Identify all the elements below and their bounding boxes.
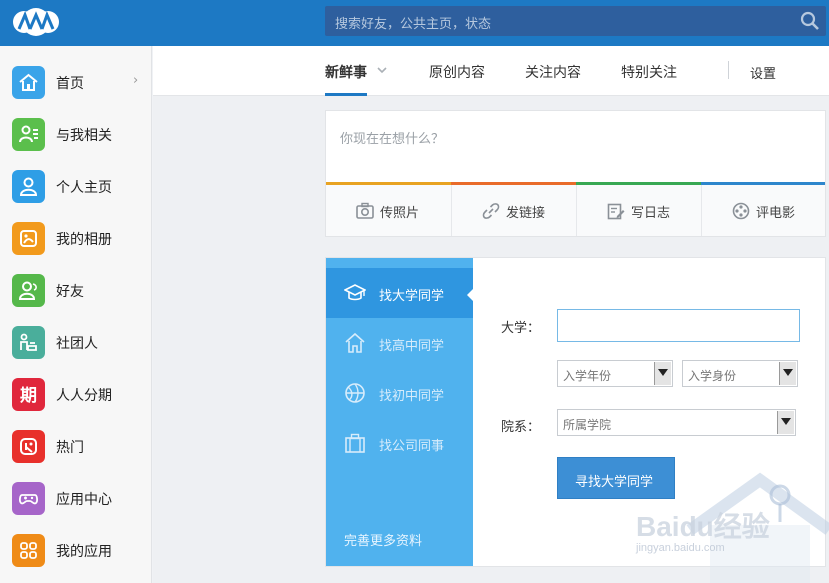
find-highschool-classmates-tab[interactable]: 找高中同学 xyxy=(326,318,473,368)
upload-photo-button[interactable]: 传照片 xyxy=(326,185,451,236)
sidebar-item-label: 热门 xyxy=(56,440,84,456)
sidebar-item-label: 社团人 xyxy=(56,336,98,352)
sidebar-item-label: 应用中心 xyxy=(56,492,112,508)
sidebar-item-label: 人人分期 xyxy=(56,388,112,404)
film-reel-icon xyxy=(732,202,750,220)
sidebar-item-installment[interactable]: 期 人人分期 xyxy=(0,368,151,420)
dropdown-arrow-icon[interactable] xyxy=(777,411,794,434)
find-colleagues-tab[interactable]: 找公司同事 xyxy=(326,418,473,468)
briefcase-icon xyxy=(345,433,365,453)
edit-note-icon xyxy=(607,203,625,220)
share-link-button[interactable]: 发链接 xyxy=(451,185,576,236)
search-icon[interactable] xyxy=(800,11,820,31)
profile-icon xyxy=(12,170,45,203)
find-menu-label: 找高中同学 xyxy=(379,339,445,354)
link-icon xyxy=(482,203,500,219)
watermark-brand: Baidu经验 xyxy=(636,511,770,542)
sidebar-item-label: 我的相册 xyxy=(56,232,112,248)
tab-original[interactable]: 原创内容 xyxy=(429,62,485,82)
sidebar-item-label: 与我相关 xyxy=(56,128,112,144)
basketball-icon xyxy=(345,383,365,403)
renren-logo[interactable] xyxy=(12,7,60,37)
gamepad-icon xyxy=(12,482,45,515)
tab-special-follow[interactable]: 特别关注 xyxy=(621,62,677,82)
sidebar: 首页 › 与我相关 个人主页 我的相册 好友 社团人 期 人人分期 热门 应用中… xyxy=(0,46,152,583)
university-label: 大学： xyxy=(501,321,541,336)
write-blog-label: 写日志 xyxy=(631,206,671,221)
sidebar-item-label: 首页 xyxy=(56,76,84,92)
find-menu-label: 找公司同事 xyxy=(379,439,445,454)
sidebar-item-related[interactable]: 与我相关 xyxy=(0,108,151,160)
upload-photo-label: 传照片 xyxy=(380,206,420,221)
find-menu-label: 找初中同学 xyxy=(379,389,445,404)
department-label: 院系： xyxy=(501,420,541,435)
complete-profile-link[interactable]: 完善更多资料 xyxy=(344,530,422,549)
tab-divider xyxy=(728,61,729,79)
tab-settings[interactable]: 设置 xyxy=(750,63,776,82)
enrollment-identity-select[interactable]: 入学身份 xyxy=(682,360,798,387)
friends-icon xyxy=(12,274,45,307)
status-composer: 你现在在想什么？ 传照片 发链接 写日志 评电影 xyxy=(325,110,826,237)
sidebar-item-album[interactable]: 我的相册 xyxy=(0,212,151,264)
find-university-classmates-tab[interactable]: 找大学同学 xyxy=(326,268,473,318)
active-tab-indicator xyxy=(325,93,367,96)
camera-icon xyxy=(356,202,374,219)
sidebar-item-label: 我的应用 xyxy=(56,544,112,560)
status-input[interactable]: 你现在在想什么？ xyxy=(340,128,444,147)
sidebar-item-home[interactable]: 首页 › xyxy=(0,56,151,108)
apps-grid-icon xyxy=(12,534,45,567)
sidebar-item-friends[interactable]: 好友 xyxy=(0,264,151,316)
composer-actions: 传照片 发链接 写日志 评电影 xyxy=(326,185,825,236)
review-movie-button[interactable]: 评电影 xyxy=(701,185,826,236)
sidebar-item-label: 好友 xyxy=(56,284,84,300)
enrollment-identity-value: 入学身份 xyxy=(688,369,737,383)
find-menu-label: 找大学同学 xyxy=(379,289,445,304)
share-link-label: 发链接 xyxy=(506,206,546,221)
watermark-url: jingyan.baidu.com xyxy=(636,542,725,554)
sidebar-item-my-apps[interactable]: 我的应用 xyxy=(0,524,151,576)
school-building-icon xyxy=(345,332,365,353)
tab-following[interactable]: 关注内容 xyxy=(525,62,581,82)
top-bar: 搜索好友，公共主页，状态 xyxy=(0,0,829,46)
dropdown-arrow-icon[interactable] xyxy=(779,362,796,385)
find-classmates-menu: 找大学同学 找高中同学 找初中同学 找公司同事 完善更多资料 xyxy=(326,258,474,566)
sidebar-item-club[interactable]: 社团人 xyxy=(0,316,151,368)
dropdown-arrow-icon[interactable] xyxy=(654,362,671,385)
graduation-cap-icon xyxy=(344,284,366,301)
enrollment-year-select[interactable]: 入学年份 xyxy=(557,360,673,387)
department-value: 所属学院 xyxy=(563,418,612,432)
chevron-right-icon: › xyxy=(133,73,139,88)
write-blog-button[interactable]: 写日志 xyxy=(576,185,701,236)
sidebar-item-label: 个人主页 xyxy=(56,180,112,196)
department-select[interactable]: 所属学院 xyxy=(557,409,796,436)
tab-news-feed[interactable]: 新鲜事 xyxy=(325,62,367,82)
related-user-icon xyxy=(12,118,45,151)
sidebar-item-app-center[interactable]: 应用中心 xyxy=(0,472,151,524)
active-menu-pointer xyxy=(467,288,474,302)
search-bar[interactable]: 搜索好友，公共主页，状态 xyxy=(325,6,826,36)
album-icon xyxy=(12,222,45,255)
university-input[interactable] xyxy=(557,309,800,342)
club-icon xyxy=(12,326,45,359)
sidebar-item-profile[interactable]: 个人主页 xyxy=(0,160,151,212)
home-icon xyxy=(12,66,45,99)
enrollment-year-value: 入学年份 xyxy=(563,369,612,383)
hot-icon xyxy=(12,430,45,463)
search-input[interactable]: 搜索好友，公共主页，状态 xyxy=(335,13,491,32)
installment-icon: 期 xyxy=(12,378,45,411)
svg-text:期: 期 xyxy=(20,386,37,405)
review-movie-label: 评电影 xyxy=(756,206,796,221)
chevron-down-icon[interactable] xyxy=(376,64,388,76)
sidebar-item-hot[interactable]: 热门 xyxy=(0,420,151,472)
find-middleschool-classmates-tab[interactable]: 找初中同学 xyxy=(326,368,473,418)
